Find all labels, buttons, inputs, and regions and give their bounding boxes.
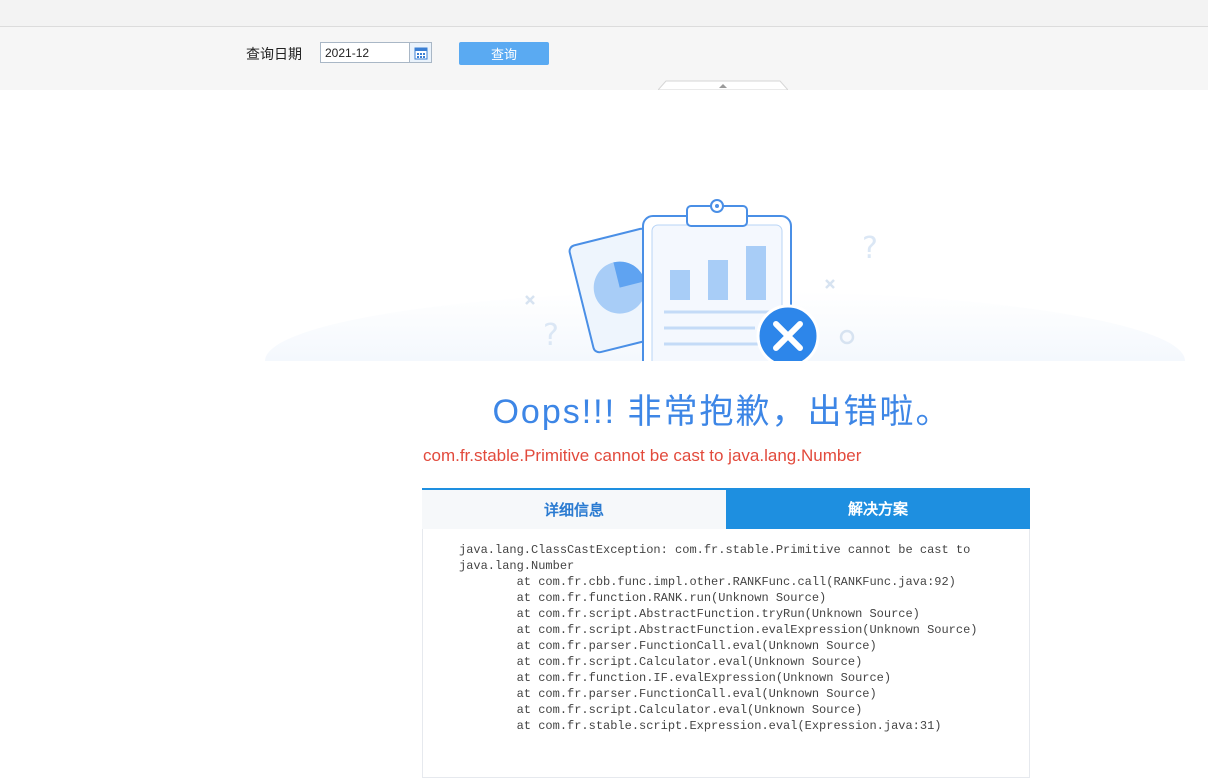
question-mark-icon: ? xyxy=(543,318,559,353)
tab-solution[interactable]: 解决方案 xyxy=(726,488,1030,529)
query-button[interactable]: 查询 xyxy=(459,42,549,65)
collapse-toolbar-handle[interactable] xyxy=(658,80,788,90)
question-mark-icon: ? xyxy=(862,231,878,266)
calendar-icon xyxy=(414,47,427,59)
error-title: Oops!!! 非常抱歉，出错啦。 xyxy=(492,393,952,431)
error-illustration: ? ? xyxy=(265,199,1185,361)
parameter-toolbar xyxy=(0,27,1208,90)
date-input[interactable] xyxy=(320,42,410,63)
tab-detail-info[interactable]: 详细信息 xyxy=(422,488,726,529)
cross-mark-icon xyxy=(825,279,835,289)
close-icon xyxy=(756,304,820,361)
stack-trace: java.lang.ClassCastException: com.fr.sta… xyxy=(459,543,978,733)
top-strip xyxy=(0,0,1208,27)
calendar-button[interactable] xyxy=(410,42,432,63)
error-tabs: 详细信息 解决方案 xyxy=(422,488,1030,529)
query-date-label: 查询日期 xyxy=(246,46,302,62)
error-message: com.fr.stable.Primitive cannot be cast t… xyxy=(423,446,862,465)
